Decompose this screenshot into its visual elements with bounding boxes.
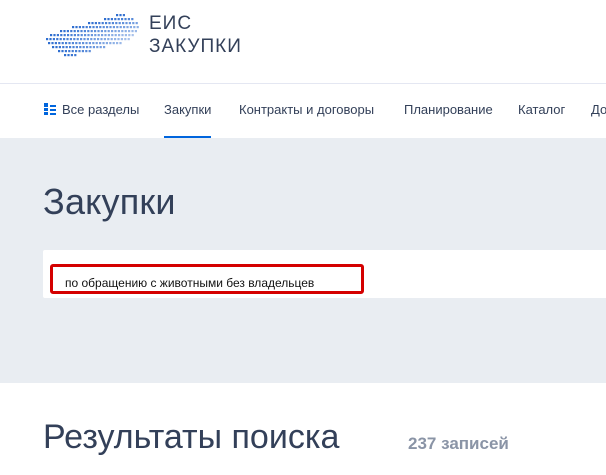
nav-more[interactable]: До [591,84,606,138]
nav-planning[interactable]: Планирование [404,84,493,138]
logo-text[interactable]: ЕИС ЗАКУПКИ [149,12,242,58]
nav-purchases[interactable]: Закупки [164,84,212,138]
nav-all-sections-label: Все разделы [62,102,140,117]
russia-map-logo-icon[interactable] [42,10,142,60]
logo-line-2: ЗАКУПКИ [149,36,242,57]
nav-catalog[interactable]: Каталог [518,84,565,138]
sitemap-icon [44,103,56,115]
page-title: Закупки [43,181,176,222]
search-highlight-box [50,264,365,294]
logo-line-1: ЕИС [149,13,193,34]
nav-all-sections[interactable]: Все разделы [44,84,139,138]
search-input[interactable] [65,275,365,291]
main-nav: Все разделы Закупки Контракты и договоры… [0,84,606,138]
site-header: ЕИС ЗАКУПКИ [0,0,606,84]
search-bar [43,250,606,298]
nav-contracts[interactable]: Контракты и договоры [239,84,374,138]
results-count: 237 записей [408,434,509,453]
results-title: Результаты поиска [43,418,340,456]
search-section: Закупки [0,138,606,383]
